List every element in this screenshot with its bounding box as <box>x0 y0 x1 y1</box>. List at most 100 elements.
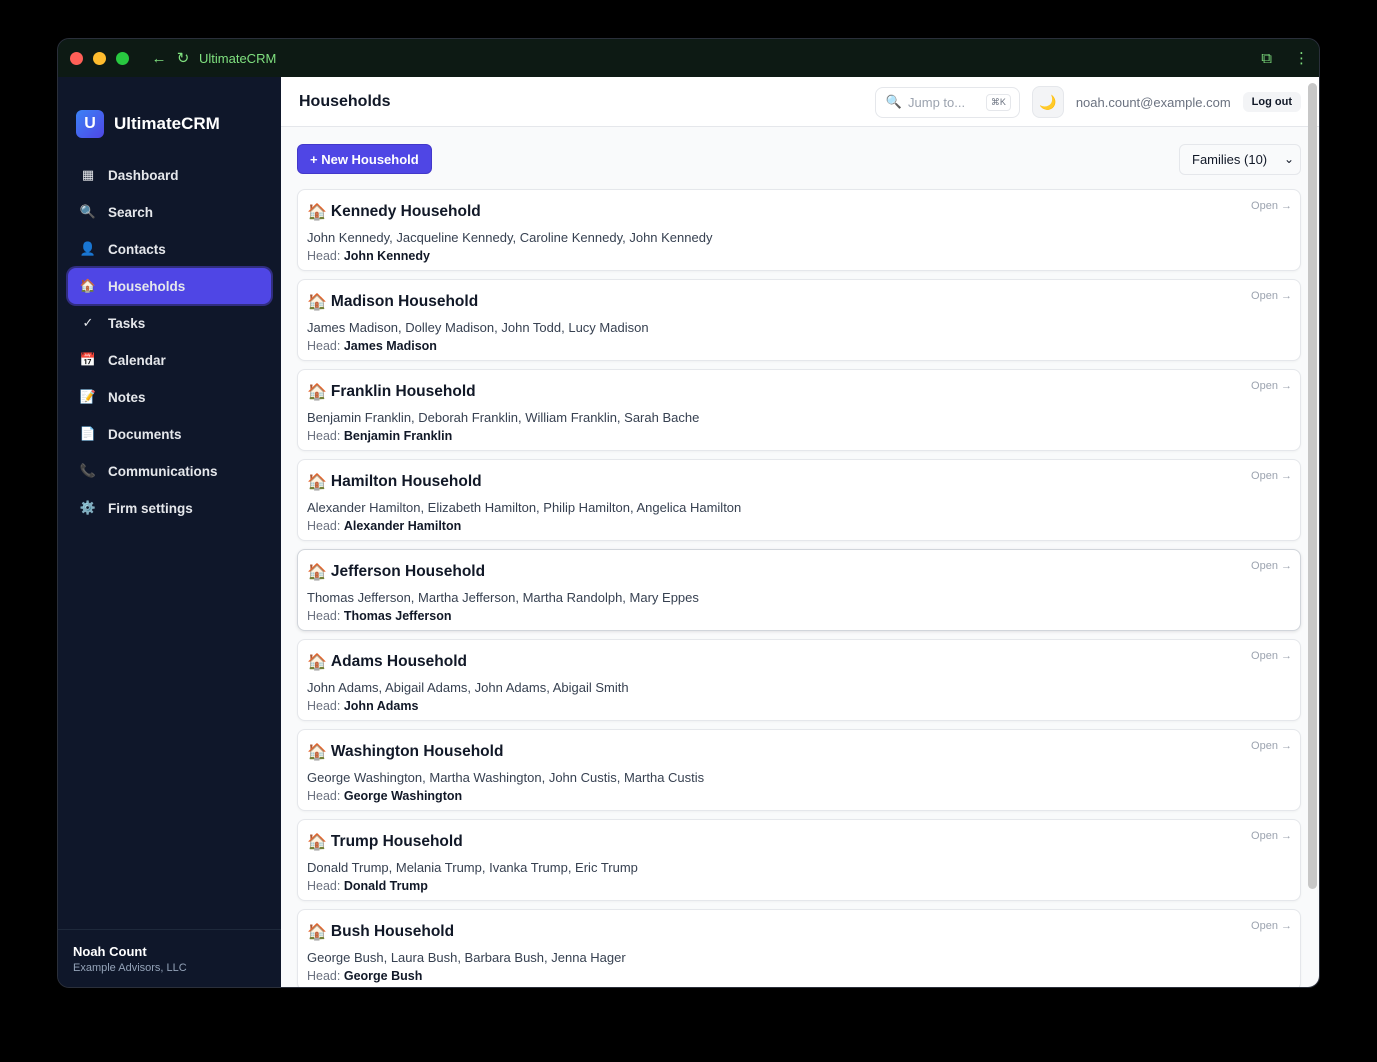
open-link[interactable]: Open → <box>1251 650 1292 662</box>
close-window-button[interactable] <box>70 51 83 65</box>
sidebar-item-label: Notes <box>108 389 146 405</box>
logout-button[interactable]: Log out <box>1242 92 1301 112</box>
household-head: Head: Thomas Jefferson <box>307 609 1300 623</box>
household-head: Head: John Adams <box>307 699 1300 713</box>
household-title[interactable]: 🏠 Hamilton Household <box>307 472 1300 492</box>
household-card[interactable]: 🏠 Bush Household George Bush, Laura Bush, … <box>297 909 1301 987</box>
head-name: George Washington <box>343 789 463 803</box>
main-content: Households 🔍 Jump to... ⌘K 🌙 noah.count@… <box>281 77 1319 987</box>
new-household-button[interactable]: + New Household <box>297 144 432 174</box>
sidebar-item-search[interactable]: 🔍 Search <box>68 194 271 230</box>
sidebar-nav: ▦ Dashboard 🔍 Search 👤 Contacts 🏠 Households ✓ Ta… <box>58 149 281 526</box>
household-title[interactable]: 🏠 Franklin Household <box>307 382 1300 402</box>
calendar-icon: 📅 <box>79 352 97 367</box>
communications-icon: 📞 <box>79 463 97 478</box>
household-members: Donald Trump, Melania Trump, Ivanka Trum… <box>307 860 638 875</box>
household-title[interactable]: 🏠 Kennedy Household <box>307 202 1300 222</box>
household-list: 🏠 Kennedy Household John Kennedy, Jacqueli… <box>281 189 1319 987</box>
dashboard-icon: ▦ <box>81 167 95 182</box>
extension-puzzle-icon[interactable]: ⧉ <box>1261 50 1272 67</box>
sidebar-item-label: Communications <box>108 463 218 479</box>
house-icon: 🏠 <box>307 924 327 941</box>
sidebar-item-label: Documents <box>108 426 182 442</box>
open-link[interactable]: Open → <box>1251 470 1292 482</box>
open-link[interactable]: Open → <box>1251 560 1292 572</box>
more-menu-icon[interactable]: ⋮ <box>1294 49 1309 67</box>
family-filter-select[interactable]: Families (10) ⌄ <box>1179 144 1301 175</box>
user-firm: Example Advisors, LLC <box>73 962 187 974</box>
head-label: Head: <box>307 429 341 443</box>
window-title: UltimateCRM <box>199 50 277 66</box>
household-card[interactable]: 🏠 Adams Household John Adams, Abigail Adam… <box>297 639 1301 721</box>
jump-to-search[interactable]: 🔍 Jump to... ⌘K <box>874 86 1020 118</box>
household-card[interactable]: 🏠 Jefferson Household Thomas Jefferson, Ma… <box>297 549 1301 631</box>
open-link[interactable]: Open → <box>1251 920 1292 932</box>
household-name: Trump Household <box>330 833 463 850</box>
household-members: Thomas Jefferson, Martha Jefferson, Mart… <box>307 590 699 605</box>
theme-toggle-moon-icon[interactable]: 🌙 <box>1031 86 1064 118</box>
jump-placeholder: Jump to... <box>908 94 966 110</box>
sidebar-item-label: Households <box>108 278 186 294</box>
search-icon: 🔍 <box>885 94 903 109</box>
household-card[interactable]: 🏠 Kennedy Household John Kennedy, Jacqueli… <box>297 189 1301 271</box>
sidebar-item-contacts[interactable]: 👤 Contacts <box>68 231 271 267</box>
brand[interactable]: U UltimateCRM <box>58 77 281 149</box>
head-name: Thomas Jefferson <box>343 609 452 623</box>
contacts-icon: 👤 <box>79 241 97 256</box>
household-title[interactable]: 🏠 Madison Household <box>307 292 1300 312</box>
house-icon: 🏠 <box>307 564 327 581</box>
household-title[interactable]: 🏠 Adams Household <box>307 652 1300 672</box>
sidebar-item-communications[interactable]: 📞 Communications <box>68 453 271 489</box>
household-card[interactable]: 🏠 Franklin Household Benjamin Franklin, De… <box>297 369 1301 451</box>
sidebar-item-label: Calendar <box>108 352 166 368</box>
sidebar-item-label: Firm settings <box>108 500 193 516</box>
head-name: George Bush <box>343 969 423 983</box>
sidebar-item-notes[interactable]: 📝 Notes <box>68 379 271 415</box>
back-arrow-icon[interactable]: ← <box>149 50 169 67</box>
household-name: Kennedy Household <box>330 203 481 220</box>
household-card[interactable]: 🏠 Washington Household George Washington, … <box>297 729 1301 811</box>
open-link[interactable]: Open → <box>1251 200 1292 212</box>
household-card[interactable]: 🏠 Madison Household James Madison, Dolley … <box>297 279 1301 361</box>
sidebar-item-calendar[interactable]: 📅 Calendar <box>68 342 271 378</box>
household-name: Washington Household <box>330 743 504 760</box>
reload-icon[interactable]: ↻ <box>173 49 193 67</box>
open-link[interactable]: Open → <box>1251 290 1292 302</box>
household-head: Head: George Bush <box>307 969 1300 983</box>
household-members: John Adams, Abigail Adams, John Adams, A… <box>307 680 629 695</box>
head-name: James Madison <box>343 339 437 353</box>
household-head: Head: Donald Trump <box>307 879 1300 893</box>
chevron-down-icon: ⌄ <box>1283 152 1294 166</box>
user-profile[interactable]: Noah Count Example Advisors, LLC <box>58 929 281 987</box>
brand-logo: U <box>76 109 104 138</box>
sidebar-item-documents[interactable]: 📄 Documents <box>68 416 271 452</box>
household-title[interactable]: 🏠 Washington Household <box>307 742 1300 762</box>
household-title[interactable]: 🏠 Bush Household <box>307 922 1300 942</box>
open-link[interactable]: Open → <box>1251 740 1292 752</box>
notes-icon: 📝 <box>79 389 97 404</box>
list-toolbar: + New Household Families (10) ⌄ <box>281 127 1319 189</box>
household-title[interactable]: 🏠 Trump Household <box>307 832 1300 852</box>
minimize-window-button[interactable] <box>93 51 106 65</box>
open-link[interactable]: Open → <box>1251 380 1292 392</box>
head-name: Benjamin Franklin <box>343 429 453 443</box>
household-name: Bush Household <box>330 923 455 940</box>
household-name: Hamilton Household <box>330 473 482 490</box>
head-label: Head: <box>307 699 341 713</box>
head-label: Head: <box>307 339 341 353</box>
household-title[interactable]: 🏠 Jefferson Household <box>307 562 1300 582</box>
user-name: Noah Count <box>73 944 147 959</box>
sidebar-item-households[interactable]: 🏠 Households <box>68 268 271 304</box>
open-link[interactable]: Open → <box>1251 830 1292 842</box>
household-card[interactable]: 🏠 Trump Household Donald Trump, Melania Tr… <box>297 819 1301 901</box>
brand-name: UltimateCRM <box>114 113 220 133</box>
household-card[interactable]: 🏠 Hamilton Household Alexander Hamilton, E… <box>297 459 1301 541</box>
sidebar-item-dashboard[interactable]: ▦ Dashboard <box>68 157 271 193</box>
household-members: Benjamin Franklin, Deborah Franklin, Wil… <box>307 410 700 425</box>
head-label: Head: <box>307 609 341 623</box>
sidebar-item-firm-settings[interactable]: ⚙️ Firm settings <box>68 490 271 526</box>
maximize-window-button[interactable] <box>116 51 129 65</box>
sidebar-item-tasks[interactable]: ✓ Tasks <box>68 305 271 341</box>
sidebar-item-label: Dashboard <box>108 167 179 183</box>
scrollbar[interactable] <box>1308 83 1317 889</box>
